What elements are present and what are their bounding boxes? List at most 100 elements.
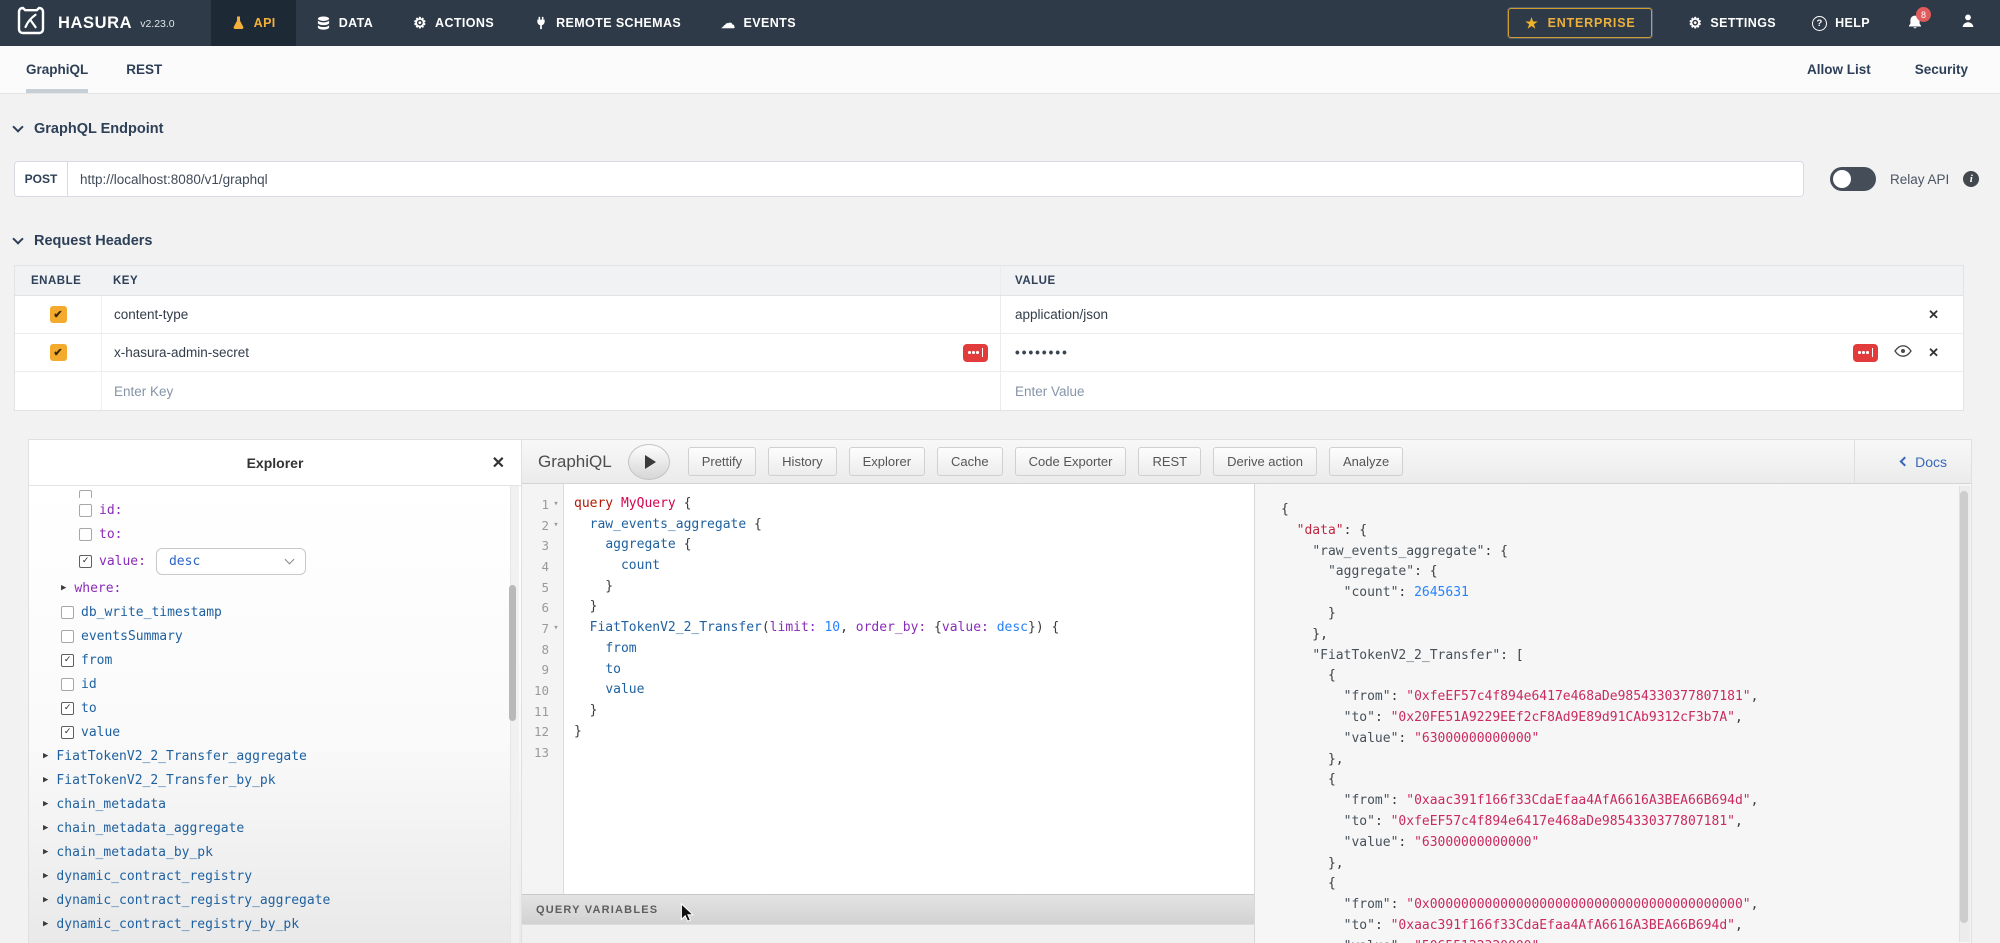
scrollbar-thumb[interactable] [509,585,516,721]
field-checkbox[interactable]: ✓ [61,726,74,739]
execute-query-button[interactable] [628,444,670,480]
field-checkbox[interactable] [61,606,74,619]
explorer-item[interactable]: ✓to [29,696,521,720]
new-header-key-input[interactable]: Enter Key [114,384,173,399]
toolbar-button-prettify[interactable]: Prettify [688,447,756,476]
toolbar-button-analyze[interactable]: Analyze [1329,447,1403,476]
info-icon[interactable] [1963,171,1979,187]
explorer-item[interactable]: ✓value [29,720,521,744]
explorer-item[interactable]: ▶FiatTokenV2_2_Transfer_by_pk [29,768,521,792]
top-nav: HASURA v2.23.0 API DATA ⚙ ACTIONS [0,0,2000,46]
expand-arrow-icon[interactable]: ▶ [43,799,48,809]
relay-api-toggle[interactable] [1830,167,1876,191]
results-scrollbar[interactable] [1959,486,1970,942]
fold-arrow-icon[interactable]: ▾ [549,520,563,530]
expand-arrow-icon[interactable]: ▶ [43,775,48,785]
header-key[interactable]: content-type [114,307,188,322]
user-menu-button[interactable] [1960,13,1976,33]
toolbar-button-code-exporter[interactable]: Code Exporter [1015,447,1127,476]
expand-arrow-icon[interactable]: ▶ [61,583,66,593]
code-line: count [574,556,1254,577]
tab-rest[interactable]: REST [126,46,162,93]
field-checkbox[interactable]: ✓ [61,654,74,667]
collapse-chevron-icon[interactable] [12,233,23,244]
explorer-item[interactable]: eventsSummary [29,624,521,648]
query-editor[interactable]: 1▾2▾34567▾8910111213 query MyQuery { raw… [522,484,1254,943]
masked-badge-icon[interactable] [963,344,988,362]
explorer-item[interactable]: db_write_timestamp [29,600,521,624]
header-value-masked[interactable]: •••••••• [1015,345,1069,360]
toolbar-button-derive-action[interactable]: Derive action [1213,447,1317,476]
explorer-item[interactable]: ▶dynamic_contract_registry [29,864,521,888]
tab-graphiql[interactable]: GraphiQL [26,46,88,93]
masked-badge-icon[interactable] [1853,344,1878,362]
header-key[interactable]: x-hasura-admin-secret [114,345,249,360]
expand-arrow-icon[interactable]: ▶ [43,895,48,905]
request-headers-section-header[interactable]: Request Headers [14,233,1986,249]
field-checkbox[interactable] [61,630,74,643]
fold-arrow-icon[interactable]: ▾ [549,499,563,509]
explorer-scrollbar[interactable] [510,486,519,943]
explorer-item[interactable]: ▶chain_metadata [29,792,521,816]
fold-arrow-icon[interactable]: ▾ [549,623,563,633]
security-link[interactable]: Security [1915,62,1968,77]
nav-tab-remote-schemas[interactable]: REMOTE SCHEMAS [514,0,701,46]
expand-arrow-icon[interactable]: ▶ [43,751,48,761]
scrollbar-thumb[interactable] [1960,491,1968,923]
endpoint-url-input[interactable] [68,161,1804,197]
explorer-item-label: value: [99,554,146,569]
enterprise-button[interactable]: ★ ENTERPRISE [1508,8,1652,38]
toolbar-button-cache[interactable]: Cache [937,447,1003,476]
settings-button[interactable]: ⚙ SETTINGS [1688,16,1776,31]
allow-list-link[interactable]: Allow List [1807,62,1871,77]
toolbar-button-history[interactable]: History [768,447,836,476]
new-header-value-input[interactable]: Enter Value [1015,384,1085,399]
field-checkbox[interactable] [79,504,92,517]
sort-direction-dropdown[interactable]: desc [156,548,306,575]
header-enabled-checkbox[interactable] [50,306,67,323]
explorer-item[interactable]: ✓ value: desc [29,546,521,576]
nav-tab-api[interactable]: API [211,0,296,46]
explorer-item[interactable]: ▶dynamic_contract_registry_aggregate [29,888,521,912]
remove-header-icon[interactable] [1928,345,1939,361]
help-button[interactable]: ? HELP [1812,16,1870,31]
remove-header-icon[interactable] [1928,307,1939,323]
explorer-item[interactable]: to: [29,522,521,546]
nav-tab-events[interactable]: ☁ EVENTS [701,0,816,46]
field-checkbox[interactable]: ✓ [79,555,92,568]
docs-link[interactable]: Docs [1854,440,1971,483]
toolbar-button-explorer[interactable]: Explorer [849,447,925,476]
field-checkbox[interactable] [79,490,92,498]
query-code[interactable]: query MyQuery { raw_events_aggregate { a… [564,484,1254,894]
header-enabled-checkbox[interactable] [50,344,67,361]
field-checkbox[interactable]: ✓ [61,702,74,715]
field-checkbox[interactable] [61,678,74,691]
explorer-item[interactable] [29,490,521,498]
notifications-button[interactable]: 8 [1906,15,1924,31]
toolbar-button-rest[interactable]: REST [1138,447,1201,476]
expand-arrow-icon[interactable]: ▶ [43,823,48,833]
collapse-chevron-icon[interactable] [12,121,23,132]
graphql-endpoint-section-header[interactable]: GraphQL Endpoint [14,121,1986,137]
expand-arrow-icon[interactable]: ▶ [43,919,48,929]
hasura-logo-icon[interactable] [14,4,48,43]
nav-tab-data[interactable]: DATA [296,0,393,46]
reveal-eye-icon[interactable] [1894,345,1912,360]
code-area[interactable]: 1▾2▾34567▾8910111213 query MyQuery { raw… [522,484,1254,894]
expand-arrow-icon[interactable]: ▶ [43,847,48,857]
explorer-item[interactable]: id [29,672,521,696]
nav-tab-actions[interactable]: ⚙ ACTIONS [393,0,514,46]
explorer-item[interactable]: ▶FiatTokenV2_2_Transfer_aggregate [29,744,521,768]
header-value[interactable]: application/json [1015,307,1108,322]
explorer-item[interactable]: id: [29,498,521,522]
explorer-item[interactable]: ✓from [29,648,521,672]
query-variables-editor[interactable] [522,924,1254,943]
query-variables-bar[interactable]: QUERY VARIABLES [522,894,1254,924]
close-explorer-icon[interactable] [492,453,505,473]
expand-arrow-icon[interactable]: ▶ [43,871,48,881]
explorer-item[interactable]: ▶chain_metadata_aggregate [29,816,521,840]
explorer-item[interactable]: ▶chain_metadata_by_pk [29,840,521,864]
explorer-item[interactable]: ▶where: [29,576,521,600]
field-checkbox[interactable] [79,528,92,541]
explorer-item[interactable]: ▶dynamic_contract_registry_by_pk [29,912,521,936]
